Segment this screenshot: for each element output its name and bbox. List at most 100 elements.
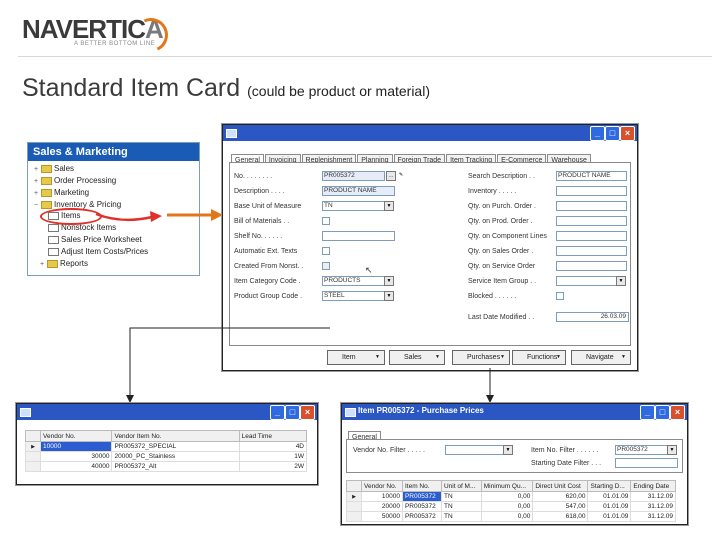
functions-menu-button[interactable]: Functions ▼ bbox=[512, 350, 566, 365]
created-from-nonstock-checkbox[interactable] bbox=[322, 262, 330, 270]
item-no-field[interactable]: PR005372 bbox=[322, 171, 385, 181]
window-menu-icon[interactable] bbox=[345, 408, 356, 417]
maximize-icon[interactable]: □ bbox=[285, 405, 300, 420]
dropdown-icon[interactable]: ▼ bbox=[384, 201, 394, 211]
unit-cost-cell[interactable]: 620,00 bbox=[532, 491, 589, 502]
uom-cell[interactable]: TN bbox=[440, 491, 482, 502]
vendor-no-cell[interactable]: 10000 bbox=[361, 491, 403, 502]
vendor-window-titlebar[interactable]: _ □ × bbox=[17, 404, 317, 420]
item-card-titlebar[interactable]: _ □ × bbox=[223, 125, 637, 141]
starting-date-cell[interactable]: 01.01.09 bbox=[587, 511, 632, 522]
dropdown-icon[interactable]: ▼ bbox=[667, 445, 677, 455]
close-icon[interactable]: × bbox=[670, 405, 685, 420]
lead-time-cell[interactable]: 4D bbox=[238, 441, 308, 452]
navigate-menu-button[interactable]: Navigate ▼ bbox=[571, 350, 631, 365]
vendor-no-cell[interactable]: 10000 bbox=[39, 441, 113, 452]
maximize-icon[interactable]: □ bbox=[605, 126, 620, 141]
item-no-cell[interactable]: PR005372 bbox=[401, 491, 442, 502]
qty-component-lines-field[interactable] bbox=[556, 231, 627, 241]
ending-date-cell[interactable]: 31.12.09 bbox=[630, 511, 676, 522]
qty-purch-order-field[interactable] bbox=[556, 201, 627, 211]
nav-item-reports[interactable]: + Reports bbox=[40, 259, 88, 270]
maximize-icon[interactable]: □ bbox=[655, 405, 670, 420]
nav-item-order-processing[interactable]: + Order Processing bbox=[34, 176, 116, 187]
table-row[interactable]: 50000 PR005372 TN 0,00 618,00 01.01.09 3… bbox=[346, 511, 676, 522]
blocked-checkbox[interactable] bbox=[556, 292, 564, 300]
ending-date-cell[interactable]: 31.12.09 bbox=[630, 501, 676, 512]
vendor-item-no-cell[interactable]: 20000_PC_Stainless bbox=[111, 451, 240, 462]
item-category-field[interactable]: PRODUCTS bbox=[322, 276, 387, 286]
column-header[interactable]: Vendor No. bbox=[39, 430, 113, 442]
vendor-no-cell[interactable]: 20000 bbox=[361, 501, 403, 512]
column-header[interactable]: Vendor Item No. bbox=[111, 430, 240, 442]
table-row[interactable]: ▶ 10000 PR005372 TN 0,00 620,00 01.01.09… bbox=[346, 491, 676, 502]
lead-time-cell[interactable]: 1W bbox=[238, 451, 308, 462]
table-row[interactable]: 30000 20000_PC_Stainless 1W bbox=[25, 451, 308, 462]
bom-checkbox[interactable] bbox=[322, 217, 330, 225]
column-header[interactable]: Item No. bbox=[401, 480, 442, 492]
last-date-modified-field[interactable]: 26.03.09 bbox=[556, 312, 629, 322]
dropdown-icon[interactable]: ▼ bbox=[616, 276, 626, 286]
nav-item-sales-price-worksheet[interactable]: Sales Price Worksheet bbox=[48, 235, 142, 245]
minimize-icon[interactable]: _ bbox=[640, 405, 655, 420]
table-row[interactable]: ▶ 10000 PR005372_SPECIAL 4D bbox=[25, 441, 308, 452]
item-no-cell[interactable]: PR005372 bbox=[401, 501, 442, 512]
unit-cost-cell[interactable]: 547,00 bbox=[532, 501, 589, 512]
product-group-field[interactable]: STEEL bbox=[322, 291, 387, 301]
dropdown-icon[interactable]: ▼ bbox=[503, 445, 513, 455]
pencil-icon[interactable]: ✎ bbox=[397, 171, 405, 179]
shelf-no-field[interactable] bbox=[322, 231, 395, 241]
column-header[interactable]: Starting D... bbox=[587, 480, 632, 492]
min-qty-cell[interactable]: 0,00 bbox=[480, 491, 534, 502]
item-filter-field[interactable]: PR005372 bbox=[615, 445, 668, 455]
vendor-no-cell[interactable]: 50000 bbox=[361, 511, 403, 522]
date-filter-field[interactable] bbox=[615, 458, 678, 468]
lead-time-cell[interactable]: 2W bbox=[238, 461, 308, 472]
starting-date-cell[interactable]: 01.01.09 bbox=[587, 491, 632, 502]
vendor-no-cell[interactable]: 40000 bbox=[39, 461, 113, 472]
window-menu-icon[interactable] bbox=[226, 129, 237, 138]
nav-pane-header[interactable]: Sales & Marketing bbox=[28, 143, 199, 161]
vendor-item-no-cell[interactable]: PR005372_Alt bbox=[111, 461, 240, 472]
table-row[interactable]: 40000 PR005372_Alt 2W bbox=[25, 461, 308, 472]
nav-item-adjust-item-costs[interactable]: Adjust Item Costs/Prices bbox=[48, 247, 148, 257]
auto-ext-texts-checkbox[interactable] bbox=[322, 247, 330, 255]
qty-sales-order-field[interactable] bbox=[556, 246, 627, 256]
min-qty-cell[interactable]: 0,00 bbox=[480, 511, 534, 522]
column-header[interactable]: Vendor No. bbox=[361, 480, 403, 492]
column-header[interactable]: Lead Time bbox=[238, 430, 308, 442]
min-qty-cell[interactable]: 0,00 bbox=[480, 501, 534, 512]
inventory-field[interactable] bbox=[556, 186, 627, 196]
qty-service-order-field[interactable] bbox=[556, 261, 627, 271]
nav-item-marketing[interactable]: + Marketing bbox=[34, 188, 89, 199]
item-no-cell[interactable]: PR005372 bbox=[401, 511, 442, 522]
minimize-icon[interactable]: _ bbox=[590, 126, 605, 141]
close-icon[interactable]: × bbox=[620, 126, 635, 141]
dropdown-icon[interactable]: ▼ bbox=[384, 291, 394, 301]
prices-window-titlebar[interactable]: Item PR005372 - Purchase Prices _ □ × bbox=[342, 404, 687, 420]
vendor-no-cell[interactable]: 30000 bbox=[39, 451, 113, 462]
column-header[interactable]: Minimum Qu... bbox=[480, 480, 534, 492]
search-description-field[interactable]: PRODUCT NAME bbox=[556, 171, 627, 181]
starting-date-cell[interactable]: 01.01.09 bbox=[587, 501, 632, 512]
unit-cost-cell[interactable]: 618,00 bbox=[532, 511, 589, 522]
minimize-icon[interactable]: _ bbox=[270, 405, 285, 420]
dropdown-icon[interactable]: ▼ bbox=[384, 276, 394, 286]
service-item-group-field[interactable] bbox=[556, 276, 619, 286]
nav-item-sales[interactable]: + Sales bbox=[34, 164, 74, 175]
description-field[interactable]: PRODUCT NAME bbox=[322, 186, 395, 196]
column-header[interactable]: Ending Date bbox=[630, 480, 676, 492]
base-uom-field[interactable]: TN bbox=[322, 201, 387, 211]
qty-prod-order-field[interactable] bbox=[556, 216, 627, 226]
column-header[interactable]: Unit of M... bbox=[440, 480, 482, 492]
column-header[interactable]: Direct Unit Cost bbox=[532, 480, 589, 492]
uom-cell[interactable]: TN bbox=[440, 501, 482, 512]
assist-edit-icon[interactable]: … bbox=[386, 171, 396, 181]
uom-cell[interactable]: TN bbox=[440, 511, 482, 522]
vendor-item-no-cell[interactable]: PR005372_SPECIAL bbox=[111, 441, 240, 452]
window-menu-icon[interactable] bbox=[20, 408, 31, 417]
table-row[interactable]: 20000 PR005372 TN 0,00 547,00 01.01.09 3… bbox=[346, 501, 676, 512]
ending-date-cell[interactable]: 31.12.09 bbox=[630, 491, 676, 502]
close-icon[interactable]: × bbox=[300, 405, 315, 420]
vendor-filter-field[interactable] bbox=[445, 445, 504, 455]
